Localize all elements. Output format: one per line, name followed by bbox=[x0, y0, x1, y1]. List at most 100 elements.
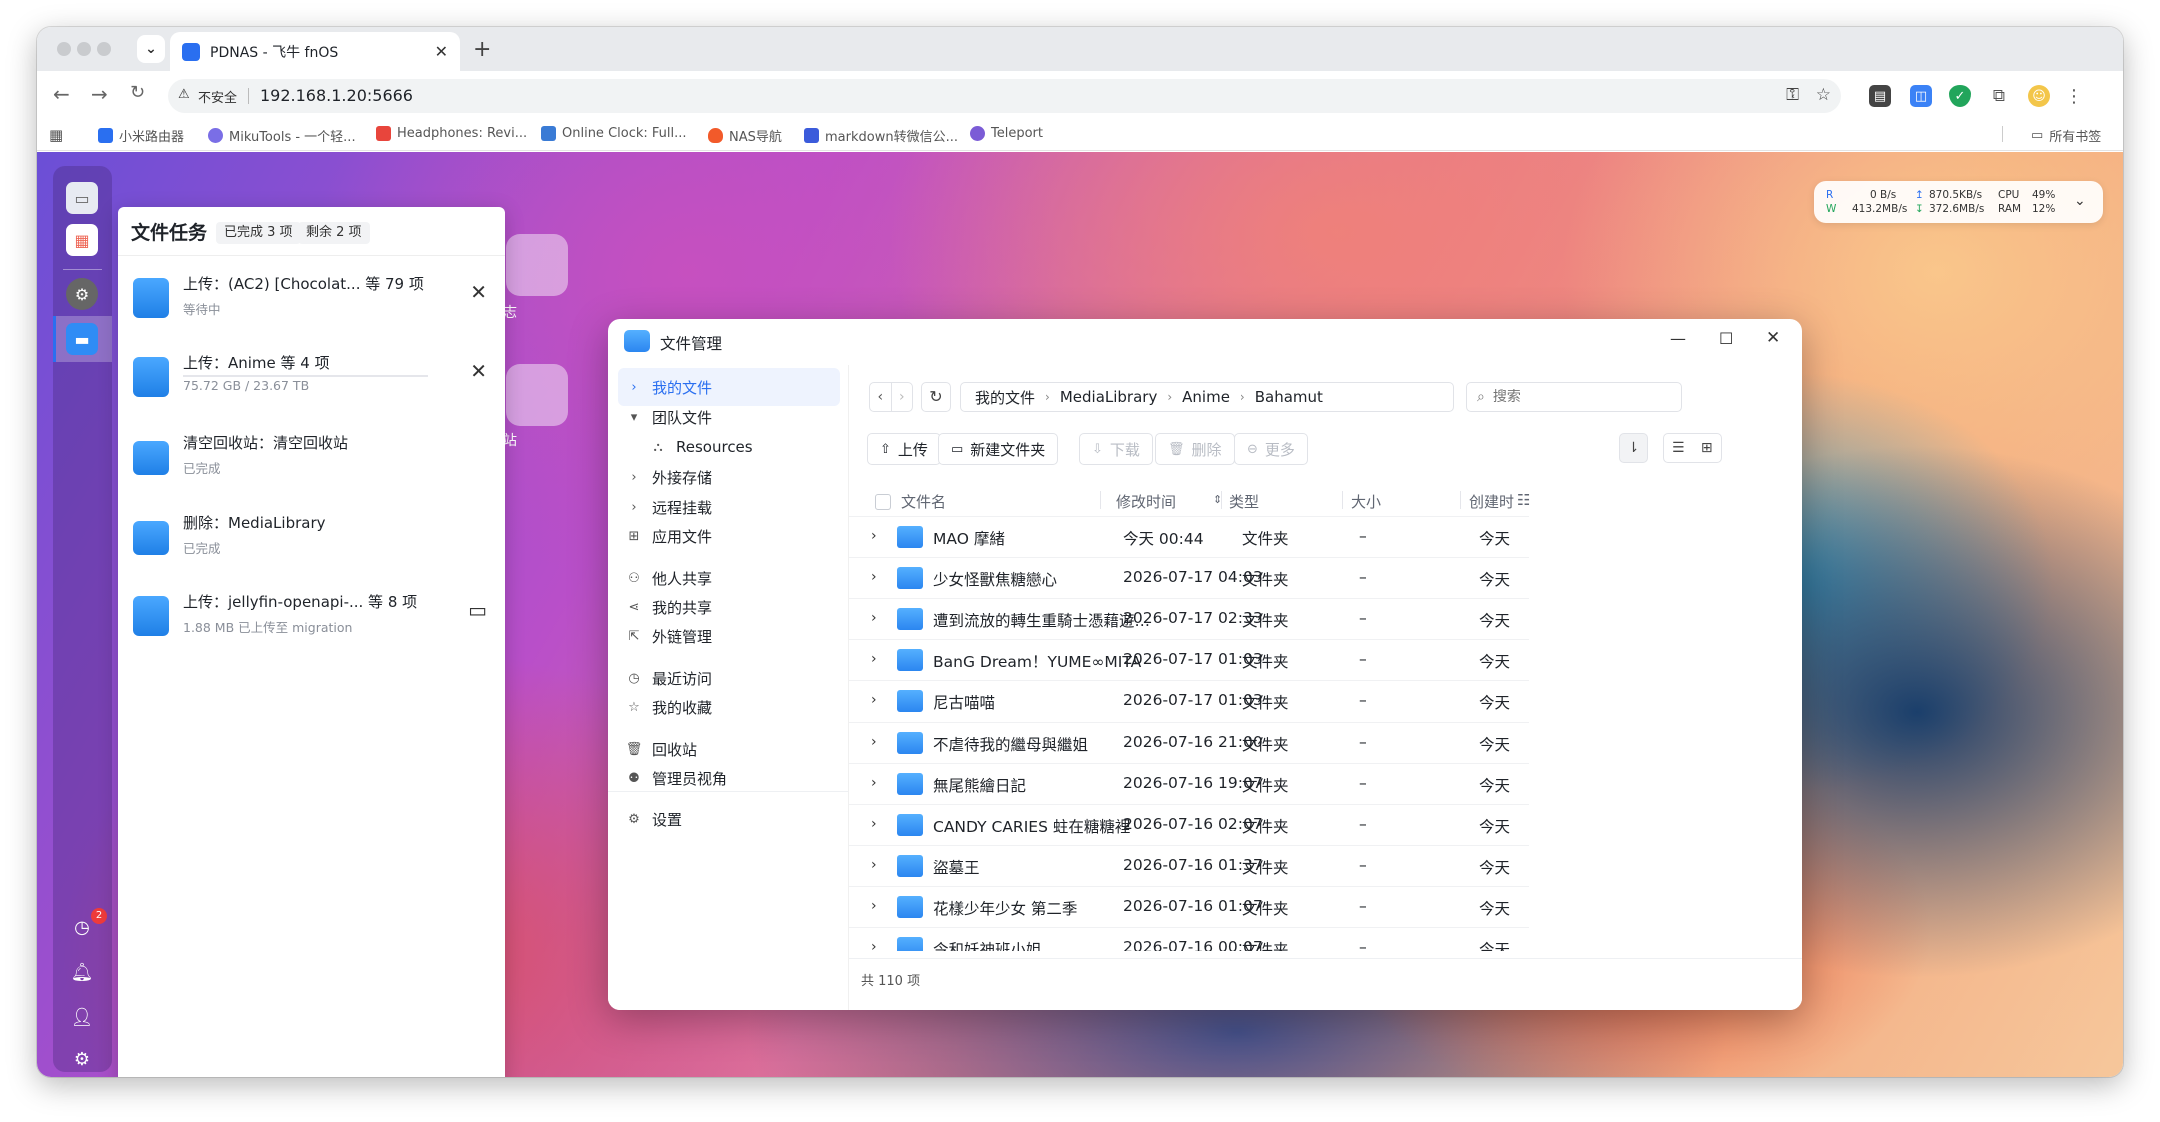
password-key-icon[interactable]: ⚿ bbox=[1786, 85, 1799, 105]
table-row[interactable]: ›盜墓王2026-07-16 01:37文件夹–今天 0 bbox=[849, 844, 1529, 886]
expand-chevron-icon[interactable]: › bbox=[871, 734, 877, 750]
minimize-icon[interactable]: — bbox=[1670, 329, 1686, 348]
bookmark-item[interactable]: 小米路由器 bbox=[98, 126, 184, 145]
column-header-type[interactable]: 类型 bbox=[1229, 491, 1259, 512]
bookmark-item[interactable]: Headphones: Revi... bbox=[376, 126, 527, 141]
minimize-window-button[interactable] bbox=[77, 42, 91, 56]
sidebar-item-app-files[interactable]: ⊞ 应用文件 bbox=[618, 517, 840, 555]
grid-view-icon[interactable]: ⊞ bbox=[1693, 434, 1722, 462]
table-row[interactable]: ›無尾熊繪日記2026-07-16 19:07文件夹–今天 0 bbox=[849, 762, 1529, 804]
expand-chevron-icon[interactable]: › bbox=[871, 939, 877, 951]
back-icon[interactable]: ← bbox=[53, 82, 70, 106]
table-row[interactable]: ›MAO 摩緒今天 00:44文件夹–今天 0 bbox=[849, 516, 1529, 557]
reload-icon[interactable]: ↻ bbox=[130, 82, 145, 103]
breadcrumb[interactable]: 我的文件 › MediaLibrary › Anime › Bahamut bbox=[960, 382, 1454, 412]
desktop-app-icon[interactable] bbox=[506, 364, 568, 426]
column-header-ctime[interactable]: 创建时 bbox=[1469, 491, 1514, 512]
desktop-icon[interactable]: ▭ bbox=[66, 182, 98, 214]
expand-chevron-icon[interactable]: › bbox=[871, 692, 877, 708]
profile-avatar-icon[interactable]: ☺ bbox=[2028, 85, 2050, 107]
table-row[interactable]: ›尼古喵喵2026-07-17 01:03文件夹–今天 0 bbox=[849, 680, 1529, 721]
column-header-name[interactable]: 文件名 bbox=[901, 491, 946, 512]
breadcrumb-item[interactable]: Bahamut bbox=[1255, 388, 1323, 406]
address-bar[interactable]: ⚠ 不安全 192.168.1.20:5666 ⚿ ☆ bbox=[168, 79, 1841, 113]
search-input[interactable]: ⌕ bbox=[1466, 382, 1682, 412]
forward-icon[interactable]: → bbox=[91, 82, 108, 106]
table-row[interactable]: ›令和妖神班小姐2026-07-16 00:07文件夹–今天 0 bbox=[849, 927, 1529, 951]
forward-icon[interactable]: › bbox=[892, 383, 913, 411]
close-window-button[interactable] bbox=[57, 42, 71, 56]
browser-tab[interactable]: PDNAS - 飞牛 fnOS ✕ bbox=[170, 32, 460, 71]
breadcrumb-item[interactable]: Anime bbox=[1182, 388, 1230, 406]
sidebar-item-link-manage[interactable]: ⇱ 外链管理 bbox=[618, 617, 840, 655]
expand-chevron-icon[interactable]: › bbox=[871, 569, 877, 585]
all-bookmarks[interactable]: ▭ 所有书签 bbox=[2031, 126, 2101, 145]
back-icon[interactable]: ‹ bbox=[870, 383, 892, 411]
desktop-app-icon[interactable] bbox=[506, 234, 568, 296]
new-tab-button[interactable]: + bbox=[473, 37, 491, 62]
more-button[interactable]: ⊖ 更多 bbox=[1234, 433, 1308, 465]
expand-chevron-icon[interactable]: › bbox=[871, 857, 877, 873]
gear-icon[interactable]: ⚙ bbox=[66, 1043, 98, 1075]
column-header-size[interactable]: 大小 bbox=[1351, 491, 1381, 512]
extension-icon[interactable]: ◫ bbox=[1910, 85, 1932, 107]
sidebar-item-favorites[interactable]: ☆ 我的收藏 bbox=[618, 688, 840, 726]
expand-chevron-icon[interactable]: › bbox=[871, 528, 877, 544]
sidebar-item-settings[interactable]: ⚙ 设置 bbox=[618, 800, 840, 838]
upload-button[interactable]: ⇧ 上传 bbox=[867, 433, 941, 465]
bookmark-item[interactable]: NAS导航 bbox=[708, 126, 782, 145]
apps-grid-icon[interactable]: ▦ bbox=[49, 126, 63, 144]
created-time: 今天 0 bbox=[1479, 858, 1513, 877]
table-row[interactable]: › 遭到流放的轉生重騎士憑藉遊戲知識 2026-07-17 02:33 文件夹 – 今天 … bbox=[849, 598, 1529, 639]
table-row[interactable]: › BanG Dream！YUME∞MITA 2026-07-17 01:03 文件夹… bbox=[849, 639, 1529, 680]
tab-search-chevron-icon[interactable]: ⌄ bbox=[137, 35, 165, 63]
table-row[interactable]: › CANDY CARIES 蛀在糖糖裡 2026-07-16 02:07 文件夹 – 今… bbox=[849, 803, 1529, 845]
remaining-chip[interactable]: 剩余 2 项 bbox=[298, 222, 370, 244]
close-tab-icon[interactable]: ✕ bbox=[435, 42, 448, 61]
bookmark-item[interactable]: Teleport bbox=[970, 126, 1043, 141]
table-row[interactable]: ›少女怪獸焦糖戀心2026-07-17 04:03文件夹–今天 0 bbox=[849, 557, 1529, 598]
extension-icon[interactable]: ▤ bbox=[1869, 85, 1891, 107]
refresh-icon[interactable]: ↻ bbox=[921, 382, 951, 412]
file-manager-dock-icon[interactable]: ▬ bbox=[66, 323, 98, 355]
insecure-label[interactable]: 不安全 bbox=[198, 87, 237, 106]
bookmark-star-icon[interactable]: ☆ bbox=[1816, 85, 1831, 105]
sort-icon[interactable]: ⇂ bbox=[1619, 433, 1648, 463]
expand-chevron-icon[interactable]: › bbox=[871, 898, 877, 914]
column-settings-icon[interactable]: ☷ bbox=[1517, 491, 1530, 509]
cancel-task-icon[interactable]: ✕ bbox=[470, 359, 487, 383]
download-button[interactable]: ⇩ 下载 bbox=[1079, 433, 1153, 465]
app-center-icon[interactable]: ▦ bbox=[66, 224, 98, 256]
expand-chevron-icon[interactable]: › bbox=[871, 775, 877, 791]
settings-app-icon[interactable]: ⚙ bbox=[66, 278, 98, 310]
bookmark-item[interactable]: MikuTools - 一个轻... bbox=[208, 126, 356, 145]
expand-chevron-icon[interactable]: › bbox=[871, 816, 877, 832]
table-row[interactable]: ›不虐待我的繼母與繼姐2026-07-16 21:00文件夹–今天 0 bbox=[849, 721, 1529, 763]
breadcrumb-item[interactable]: 我的文件 bbox=[975, 387, 1035, 408]
select-all-checkbox[interactable] bbox=[875, 494, 891, 510]
delete-button[interactable]: 🗑︎ 删除 bbox=[1155, 433, 1235, 465]
puzzle-extensions-icon[interactable]: ⧉ bbox=[1988, 85, 2010, 107]
close-icon[interactable]: ✕ bbox=[1766, 328, 1780, 348]
list-view-icon[interactable]: ☰ bbox=[1664, 434, 1693, 462]
table-row[interactable]: ›花樣少年少女 第二季2026-07-16 01:07文件夹–今天 0 bbox=[849, 885, 1529, 927]
cancel-task-icon[interactable]: ✕ bbox=[470, 280, 487, 304]
column-header-mtime[interactable]: 修改时间 bbox=[1116, 491, 1176, 512]
breadcrumb-item[interactable]: MediaLibrary bbox=[1060, 388, 1158, 406]
zoom-window-button[interactable] bbox=[97, 42, 111, 56]
new-folder-button[interactable]: ▭ 新建文件夹 bbox=[938, 433, 1059, 465]
mikutools-icon bbox=[208, 128, 223, 143]
more-menu-icon[interactable]: ⋮ bbox=[2063, 85, 2085, 107]
open-folder-icon[interactable]: ▭ bbox=[468, 598, 487, 622]
user-icon[interactable]: 👤︎ bbox=[66, 1001, 98, 1033]
bell-icon[interactable]: 🔔︎ bbox=[66, 956, 98, 988]
bookmark-item[interactable]: Online Clock: Full... bbox=[541, 126, 687, 141]
chevron-down-icon[interactable]: ⌄ bbox=[2074, 193, 2086, 209]
expand-chevron-icon[interactable]: › bbox=[871, 651, 877, 667]
search-field[interactable] bbox=[1492, 389, 1663, 405]
maximize-icon[interactable]: ☐ bbox=[1719, 329, 1733, 348]
bookmark-item[interactable]: markdown转微信公... bbox=[804, 126, 958, 145]
expand-chevron-icon[interactable]: › bbox=[871, 610, 877, 626]
completed-chip[interactable]: 已完成 3 项 bbox=[216, 222, 301, 244]
url-text[interactable]: 192.168.1.20:5666 bbox=[260, 86, 413, 105]
